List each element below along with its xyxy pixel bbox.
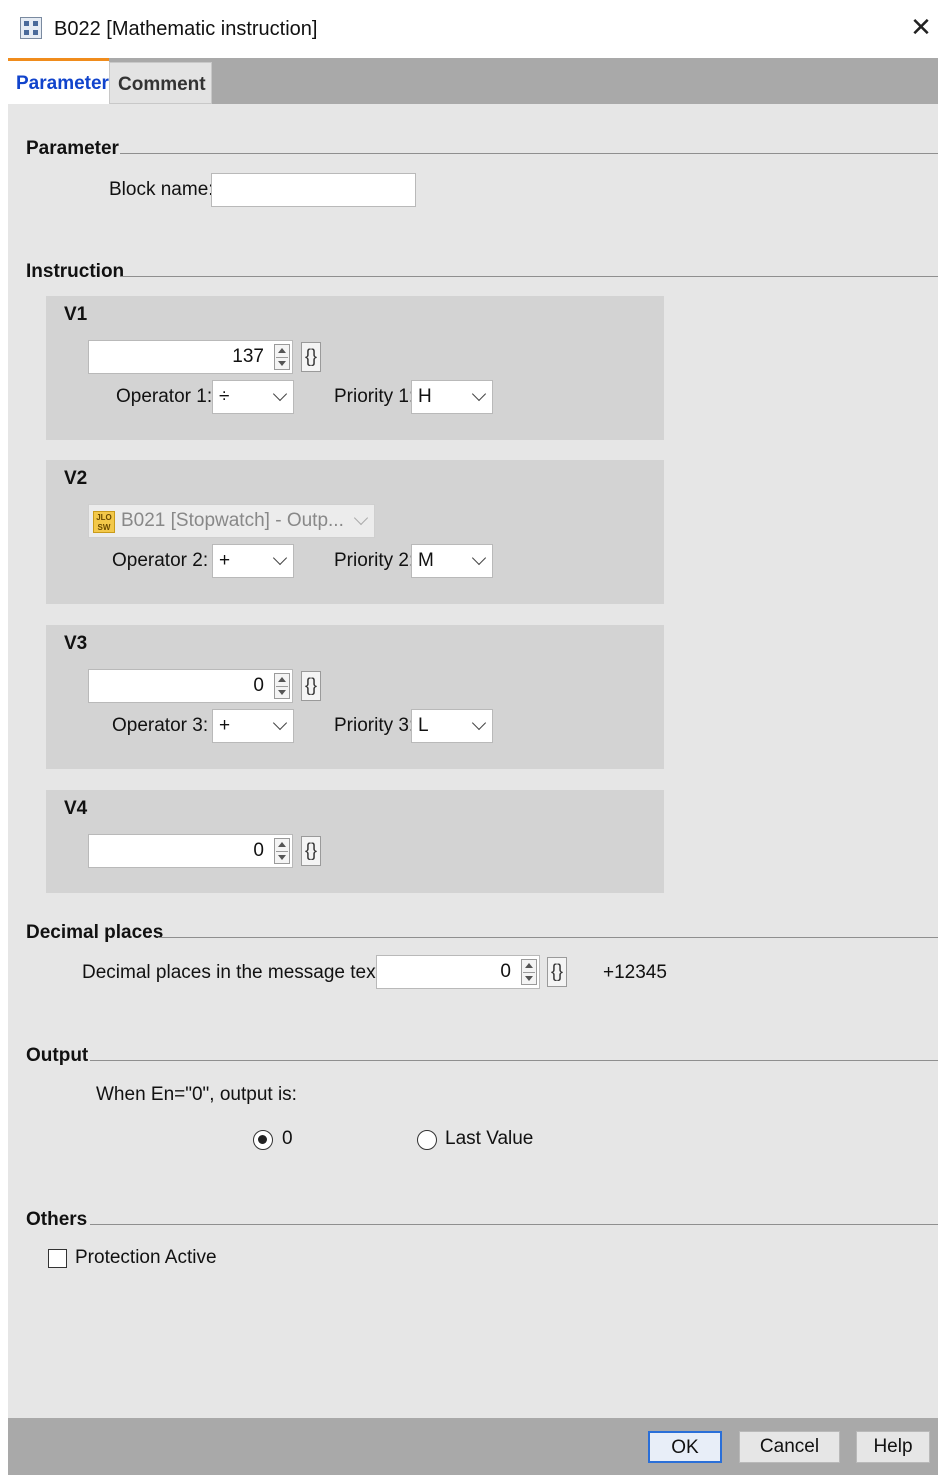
v4-value-input[interactable]: 0	[88, 834, 293, 868]
output-radio-zero-label: 0	[282, 1128, 293, 1149]
chevron-down-icon	[471, 715, 487, 731]
section-heading-decimal-places: Decimal places	[26, 922, 164, 943]
v2-operator-label: Operator 2:	[112, 550, 209, 571]
decimal-places-input[interactable]: 0	[376, 955, 540, 989]
tab-strip: Parameter Comment	[8, 58, 938, 104]
v3-priority-value: L	[418, 715, 429, 736]
v1-priority-value: H	[418, 386, 432, 407]
divider	[120, 153, 938, 154]
divider	[90, 1060, 938, 1061]
stopwatch-block-icon: JLO SW	[93, 511, 115, 533]
output-radio-zero[interactable]	[253, 1130, 273, 1150]
v2-reference-select[interactable]: JLO SW B021 [Stopwatch] - Outp...	[88, 504, 375, 538]
section-heading-instruction: Instruction	[26, 261, 125, 282]
tab-comment[interactable]: Comment	[109, 62, 212, 104]
divider	[90, 1224, 938, 1225]
chevron-down-icon	[272, 550, 288, 566]
v2-operator-value: +	[219, 550, 231, 571]
title-bar: B022 [Mathematic instruction] ✕	[0, 0, 946, 58]
decimal-preview: +12345	[603, 962, 667, 983]
chevron-down-icon	[353, 510, 369, 526]
output-radio-last-value[interactable]	[417, 1130, 437, 1150]
decimal-places-brace-button[interactable]: {}	[547, 957, 567, 987]
app-icon	[20, 17, 42, 39]
output-radio-last-value-label: Last Value	[445, 1128, 534, 1149]
output-description: When En="0", output is:	[96, 1084, 297, 1105]
group-v2: V2 JLO SW B021 [Stopwatch] - Outp... Oper…	[46, 460, 664, 604]
chevron-down-icon	[471, 550, 487, 566]
v2-reference-value: B021 [Stopwatch] - Outp...	[121, 510, 344, 531]
block-name-input[interactable]	[211, 173, 416, 207]
v1-value-input[interactable]: 137	[88, 340, 293, 374]
v2-priority-value: M	[418, 550, 434, 571]
window-title: B022 [Mathematic instruction]	[54, 18, 318, 40]
cancel-button[interactable]: Cancel	[739, 1431, 840, 1463]
group-v3: V3 0 {} Operator 3: + Priority 3: L	[46, 625, 664, 769]
parameter-panel: Parameter Block name: Instruction V1 137…	[8, 104, 938, 1418]
v4-parameter-brace-button[interactable]: {}	[301, 836, 321, 866]
group-title-v4: V4	[64, 798, 88, 819]
divider	[158, 937, 938, 938]
decimal-places-label: Decimal places in the message text:	[82, 962, 387, 983]
v4-spin-button[interactable]	[274, 838, 290, 864]
v1-operator-value: ÷	[219, 386, 230, 407]
v3-parameter-brace-button[interactable]: {}	[301, 671, 321, 701]
v2-priority-label: Priority 2:	[334, 550, 415, 571]
v1-priority-label: Priority 1:	[334, 386, 415, 407]
v2-priority-select[interactable]: M	[411, 544, 493, 578]
help-button[interactable]: Help	[856, 1431, 930, 1463]
section-heading-output: Output	[26, 1045, 89, 1066]
v1-priority-select[interactable]: H	[411, 380, 493, 414]
tab-parameter[interactable]: Parameter	[8, 58, 109, 104]
group-title-v3: V3	[64, 633, 88, 654]
block-name-label: Block name:	[109, 179, 214, 200]
chevron-down-icon	[272, 715, 288, 731]
chevron-down-icon	[471, 386, 487, 402]
v3-operator-label: Operator 3:	[112, 715, 209, 736]
v3-operator-value: +	[219, 715, 231, 736]
section-heading-parameter: Parameter	[26, 138, 119, 159]
icon-label-top: JLO	[96, 513, 112, 522]
group-v1: V1 137 {} Operator 1: ÷ Priority 1: H	[46, 296, 664, 440]
v2-operator-select[interactable]: +	[212, 544, 294, 578]
group-title-v2: V2	[64, 468, 88, 489]
protection-active-label: Protection Active	[75, 1247, 217, 1268]
ok-button[interactable]: OK	[648, 1431, 722, 1463]
v1-spin-button[interactable]	[274, 344, 290, 370]
icon-label-bottom: SW	[97, 523, 111, 532]
v3-spin-button[interactable]	[274, 673, 290, 699]
protection-active-checkbox[interactable]	[48, 1249, 67, 1268]
close-icon[interactable]: ✕	[906, 13, 936, 43]
section-heading-others: Others	[26, 1209, 88, 1230]
dialog-footer: OK Cancel Help	[8, 1418, 938, 1475]
v1-operator-label: Operator 1:	[116, 386, 213, 407]
v3-operator-select[interactable]: +	[212, 709, 294, 743]
group-title-v1: V1	[64, 304, 88, 325]
decimal-places-spin-button[interactable]	[521, 959, 537, 985]
v1-operator-select[interactable]: ÷	[212, 380, 294, 414]
v3-priority-select[interactable]: L	[411, 709, 493, 743]
chevron-down-icon	[272, 386, 288, 402]
v3-priority-label: Priority 3:	[334, 715, 415, 736]
v3-value-input[interactable]: 0	[88, 669, 293, 703]
v1-parameter-brace-button[interactable]: {}	[301, 342, 321, 372]
group-v4: V4 0 {}	[46, 790, 664, 893]
divider	[120, 276, 938, 277]
